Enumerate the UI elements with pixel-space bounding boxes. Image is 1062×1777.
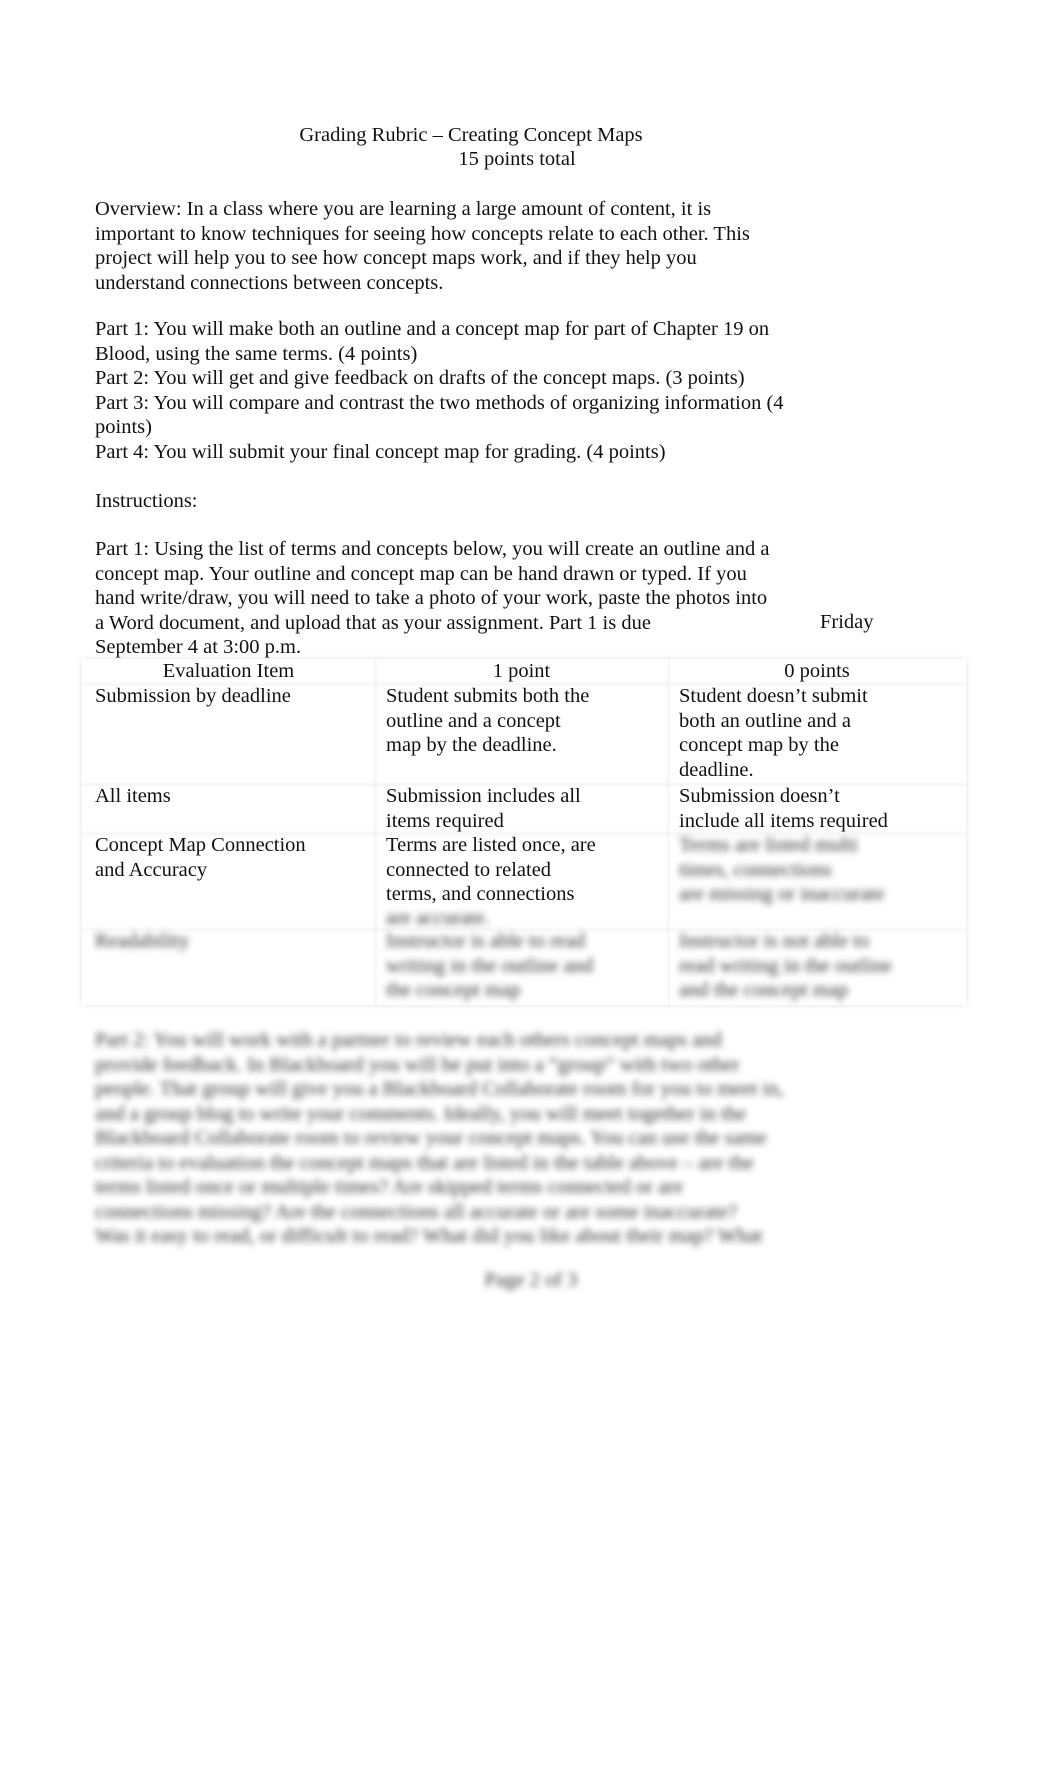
part2-paragraph-blurred: Part 2: You will work with a partner to …: [95, 1028, 783, 1249]
text-line: and the concept map: [679, 979, 849, 1001]
text-line: deadline.: [679, 758, 754, 781]
text-line: project will help you to see how concept…: [95, 247, 697, 269]
text-line: Readability: [95, 930, 190, 952]
text-line: Terms are listed once, are: [386, 834, 596, 856]
text-line: All items: [95, 785, 171, 807]
text-line: times, connections: [679, 858, 832, 881]
text-line: both an outline and a: [679, 709, 851, 732]
text-line: Submission by deadline: [95, 685, 291, 707]
row3-item: Concept Map Connection and Accuracy: [95, 833, 306, 882]
row1-zero-points: Student doesn’t submit both an outline an…: [679, 684, 868, 782]
text-line: hand write/draw, you will need to take a…: [95, 587, 768, 609]
row2-zero-points: Submission doesn’t include all items requ…: [679, 784, 888, 833]
text-line: criteria to evaluation the concept maps …: [95, 1151, 754, 1174]
text-line: the concept map: [386, 979, 521, 1001]
text-line: Instructor is not able to: [679, 930, 870, 952]
text-line: include all items required: [679, 809, 888, 832]
text-line: people. That group will give you a Black…: [95, 1078, 784, 1100]
text-line: Blood, using the same terms. (4 points): [95, 342, 418, 365]
text-line: Was it easy to read, or difficult to rea…: [95, 1225, 763, 1247]
text-line: September 4 at 3:00 p.m.: [95, 636, 302, 658]
row2-item: All items: [95, 784, 171, 809]
text-line: Part 3: You will compare and contrast th…: [95, 391, 784, 414]
rubric-table: Evaluation Item 1 point 0 points Submiss…: [82, 659, 966, 1005]
text-line: Terms are listed multi: [679, 834, 859, 856]
text-line: Overview: In a class where you are learn…: [95, 198, 712, 220]
text-line: map by the deadline.: [386, 734, 557, 756]
row4-one-point-blurred: Instructor is able to read writing in the…: [386, 929, 593, 1003]
text-line: connected to related: [386, 858, 552, 881]
row4-item-blurred: Readability: [95, 929, 190, 954]
text-line: terms, and connections: [386, 883, 575, 905]
overview-paragraph: Overview: In a class where you are learn…: [95, 197, 750, 295]
text-line: provide feedback. In Blackboard you will…: [95, 1053, 740, 1076]
text-line: a Word document, and upload that as your…: [95, 611, 651, 634]
row3-one-point: Terms are listed once, are connected to r…: [386, 833, 596, 907]
row2-one-point: Submission includes all items required: [386, 784, 581, 833]
text-line: Submission doesn’t: [679, 785, 840, 807]
header-1-point: 1 point: [492, 660, 551, 682]
text-line: Part 2: You will work with a partner to …: [95, 1029, 722, 1051]
header-evaluation-item: Evaluation Item: [162, 660, 295, 682]
row1-one-point: Student submits both the outline and a co…: [386, 684, 589, 758]
text-line: and a group blog to write your comments.…: [95, 1102, 747, 1125]
text-line: Student doesn’t submit: [679, 685, 868, 707]
text-line: connections missing? Are the connections…: [95, 1200, 738, 1223]
points-total: 15 points total: [458, 148, 576, 170]
text-line: Part 4: You will submit your final conce…: [95, 440, 666, 463]
instructions-label: Instructions:: [95, 490, 198, 512]
row1-item: Submission by deadline: [95, 684, 291, 709]
text-line: writing in the outline and: [386, 954, 594, 977]
row4-zero-points-blurred: Instructor is not able to read writing in…: [679, 929, 892, 1003]
text-line: important to know techniques for seeing …: [95, 222, 750, 245]
text-line: Part 1: Using the list of terms and conc…: [95, 538, 770, 560]
text-line: read writing in the outline: [679, 954, 892, 977]
text-line: Student submits both the: [386, 685, 590, 707]
text-line: Part 1: You will make both an outline an…: [95, 318, 770, 340]
text-line: Submission includes all: [386, 785, 581, 807]
row3-one-point-blurred: are accurate.: [386, 906, 490, 931]
header-0-points: 0 points: [784, 660, 850, 682]
document-title: Grading Rubric – Creating Concept Maps: [299, 124, 643, 146]
due-day: Friday: [820, 611, 874, 633]
text-line: are missing or inaccurate: [679, 883, 885, 905]
part1-instructions: Part 1: Using the list of terms and conc…: [95, 537, 769, 660]
text-line: terms listed once or multiple times? Are…: [95, 1176, 684, 1198]
row3-zero-points-blurred: Terms are listed multi times, connections…: [679, 833, 884, 907]
text-line: are accurate.: [386, 907, 490, 929]
text-line: outline and a concept: [386, 709, 561, 732]
text-line: Blackboard Collaborate room to review yo…: [95, 1127, 767, 1149]
text-line: Concept Map Connection: [95, 834, 306, 856]
text-line: concept map by the: [679, 734, 839, 756]
parts-list: Part 1: You will make both an outline an…: [95, 317, 784, 464]
text-line: Part 2: You will get and give feedback o…: [95, 367, 745, 389]
text-line: points): [95, 416, 152, 438]
text-line: concept map. Your outline and concept ma…: [95, 562, 747, 585]
text-line: and Accuracy: [95, 858, 208, 881]
page-number: Page 2 of 3: [484, 1269, 578, 1291]
text-line: items required: [386, 809, 504, 832]
text-line: understand connections between concepts.: [95, 271, 444, 294]
text-line: Instructor is able to read: [386, 930, 586, 952]
